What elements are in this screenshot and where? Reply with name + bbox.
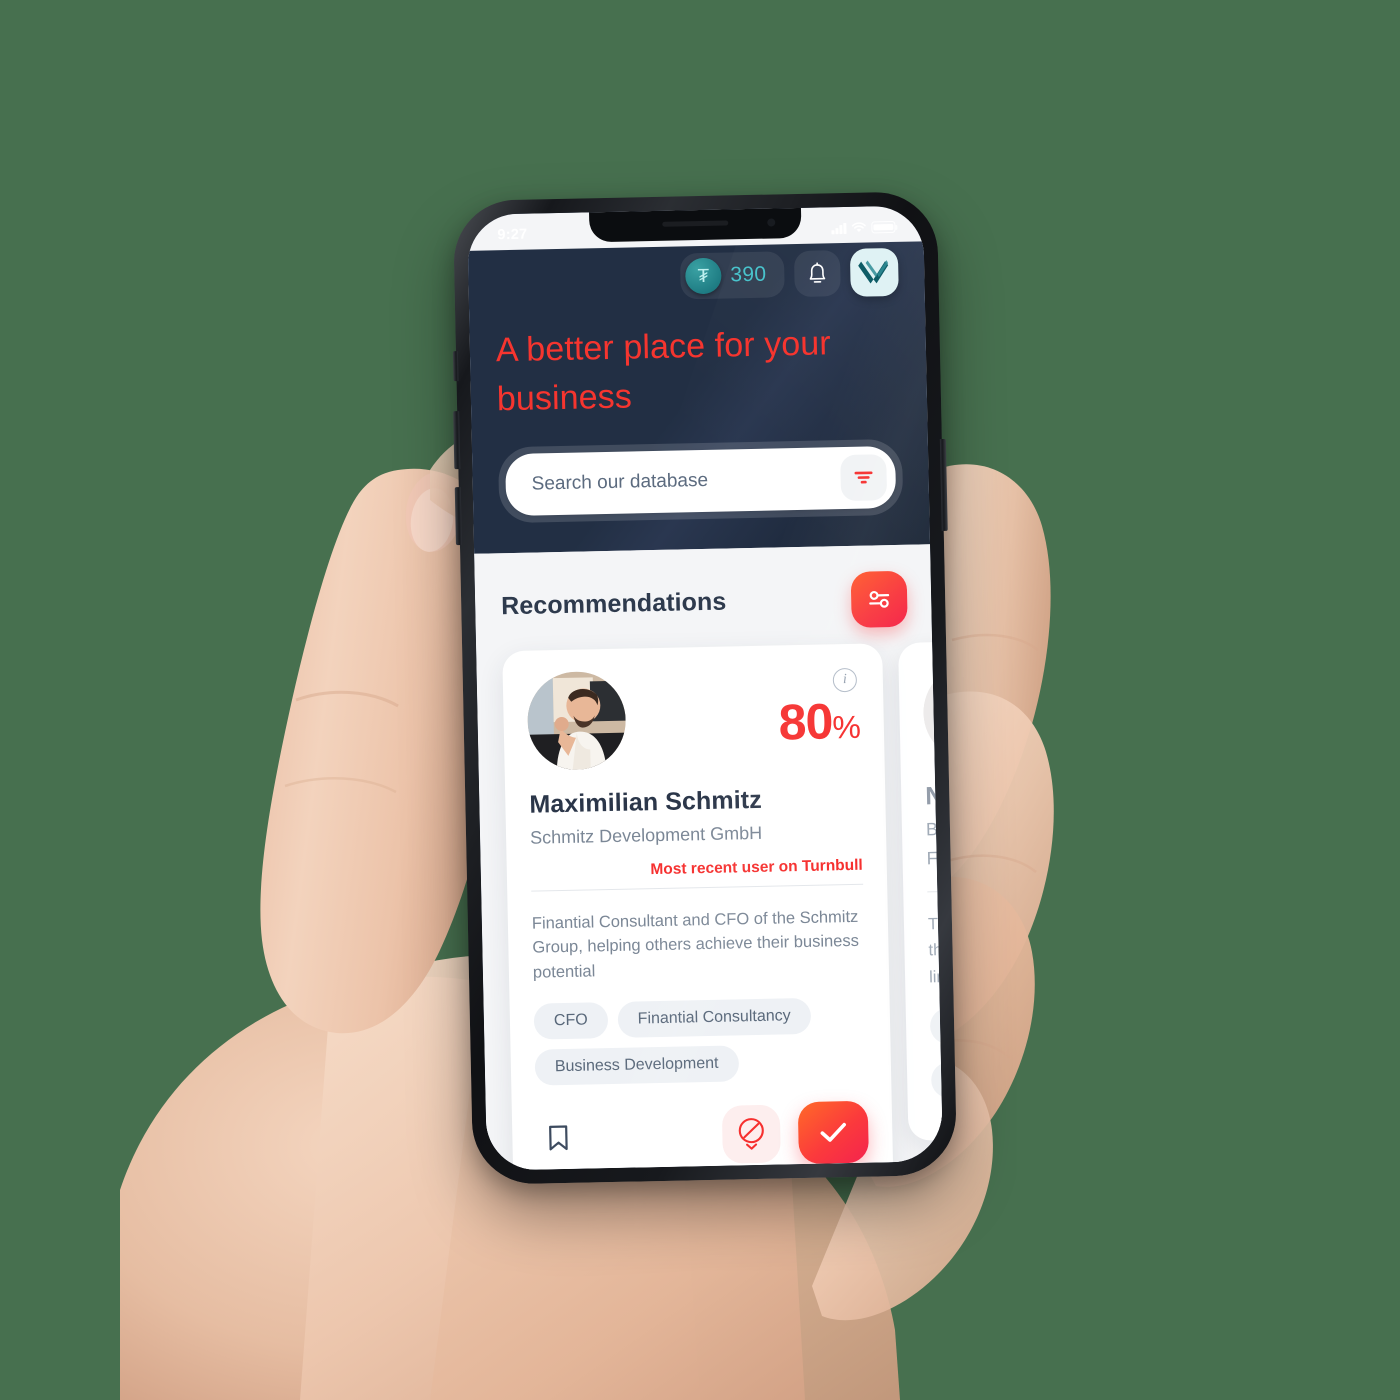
volume-down-button[interactable] — [454, 487, 462, 546]
recommendation-card[interactable]: i 80% Maximilian Schmitz Schmitz Develop… — [502, 642, 894, 1171]
status-time: 9:27 — [497, 226, 528, 244]
notifications-button[interactable] — [793, 250, 841, 298]
bookmark-icon — [549, 1125, 568, 1151]
notch — [589, 207, 802, 243]
person-name: Maximilian Schmitz — [529, 785, 763, 819]
tag-list: CFO Finantial Consultancy Business Devel… — [533, 997, 868, 1086]
app-header: ₮ 390 A better place for your business S… — [467, 241, 931, 554]
search-bar-inner — [505, 445, 897, 516]
card-top: i 80% — [526, 665, 861, 771]
filter-funnel-icon — [854, 471, 873, 484]
recommendation-cards-rail[interactable]: i 80% Maximilian Schmitz Schmitz Develop… — [476, 634, 943, 1171]
person-bio: Finantial Consultant and CFO of the Schm… — [531, 907, 860, 982]
card-actions — [932, 1113, 943, 1140]
signal-bars-icon — [831, 222, 847, 234]
card-actions — [536, 1100, 870, 1171]
search-input[interactable] — [531, 466, 841, 496]
mute-switch[interactable] — [452, 351, 459, 382]
divider — [531, 883, 864, 892]
search-filter-button[interactable] — [840, 453, 888, 501]
app-logo-button[interactable] — [849, 247, 899, 297]
bookmark-button[interactable] — [536, 1116, 581, 1161]
section-header: Recommendations — [474, 544, 932, 652]
chevron-v-logo-icon — [858, 260, 889, 284]
avatar-photo — [526, 670, 627, 771]
coin-balance-pill[interactable]: ₮ 390 — [679, 251, 785, 300]
person-company: Schmitz Development GmbH — [529, 822, 763, 848]
screenshot-stage: 9:27 ₮ 390 A better place for your busin… — [0, 0, 1400, 1400]
match-percentage: 80% — [778, 692, 861, 751]
reject-circle-icon — [738, 1117, 764, 1150]
power-button[interactable] — [939, 438, 948, 532]
volume-up-button[interactable] — [453, 411, 461, 470]
section-title: Recommendations — [500, 587, 727, 621]
phone-screen: 9:27 ₮ 390 A better place for your busin… — [467, 205, 943, 1171]
tag[interactable]: CFO — [533, 1001, 609, 1040]
battery-icon — [871, 221, 896, 234]
check-icon — [820, 1122, 846, 1142]
earpiece-speaker-icon — [662, 220, 729, 227]
status-badge: Most recent user on Turnbull — [650, 856, 863, 878]
app-root: 9:27 ₮ 390 A better place for your busin… — [467, 205, 943, 1171]
match-unit: % — [832, 708, 861, 745]
tag[interactable]: Business Development — [534, 1045, 739, 1086]
accept-button[interactable] — [797, 1100, 869, 1164]
coin-icon: ₮ — [685, 257, 722, 295]
front-camera-icon — [767, 218, 776, 227]
tag[interactable]: Finantial Consultancy — [617, 997, 812, 1038]
page-title: A better place for your business — [495, 324, 832, 419]
search-bar — [497, 438, 904, 523]
app-body: Recommendations i 80% Maximilian Schmitz… — [474, 543, 943, 1171]
phone-device: 9:27 ₮ 390 A better place for your busin… — [452, 191, 958, 1185]
tune-filters-button[interactable] — [850, 570, 908, 628]
coin-amount: 390 — [730, 262, 767, 287]
avatar — [526, 670, 627, 771]
reject-button[interactable] — [721, 1104, 781, 1164]
sliders-icon — [869, 590, 890, 608]
header-actions: ₮ 390 — [494, 247, 899, 304]
wifi-icon — [851, 222, 866, 232]
match-value: 80 — [778, 692, 833, 751]
info-icon[interactable]: i — [832, 667, 858, 692]
status-icons — [831, 221, 896, 234]
bell-icon — [809, 262, 826, 283]
